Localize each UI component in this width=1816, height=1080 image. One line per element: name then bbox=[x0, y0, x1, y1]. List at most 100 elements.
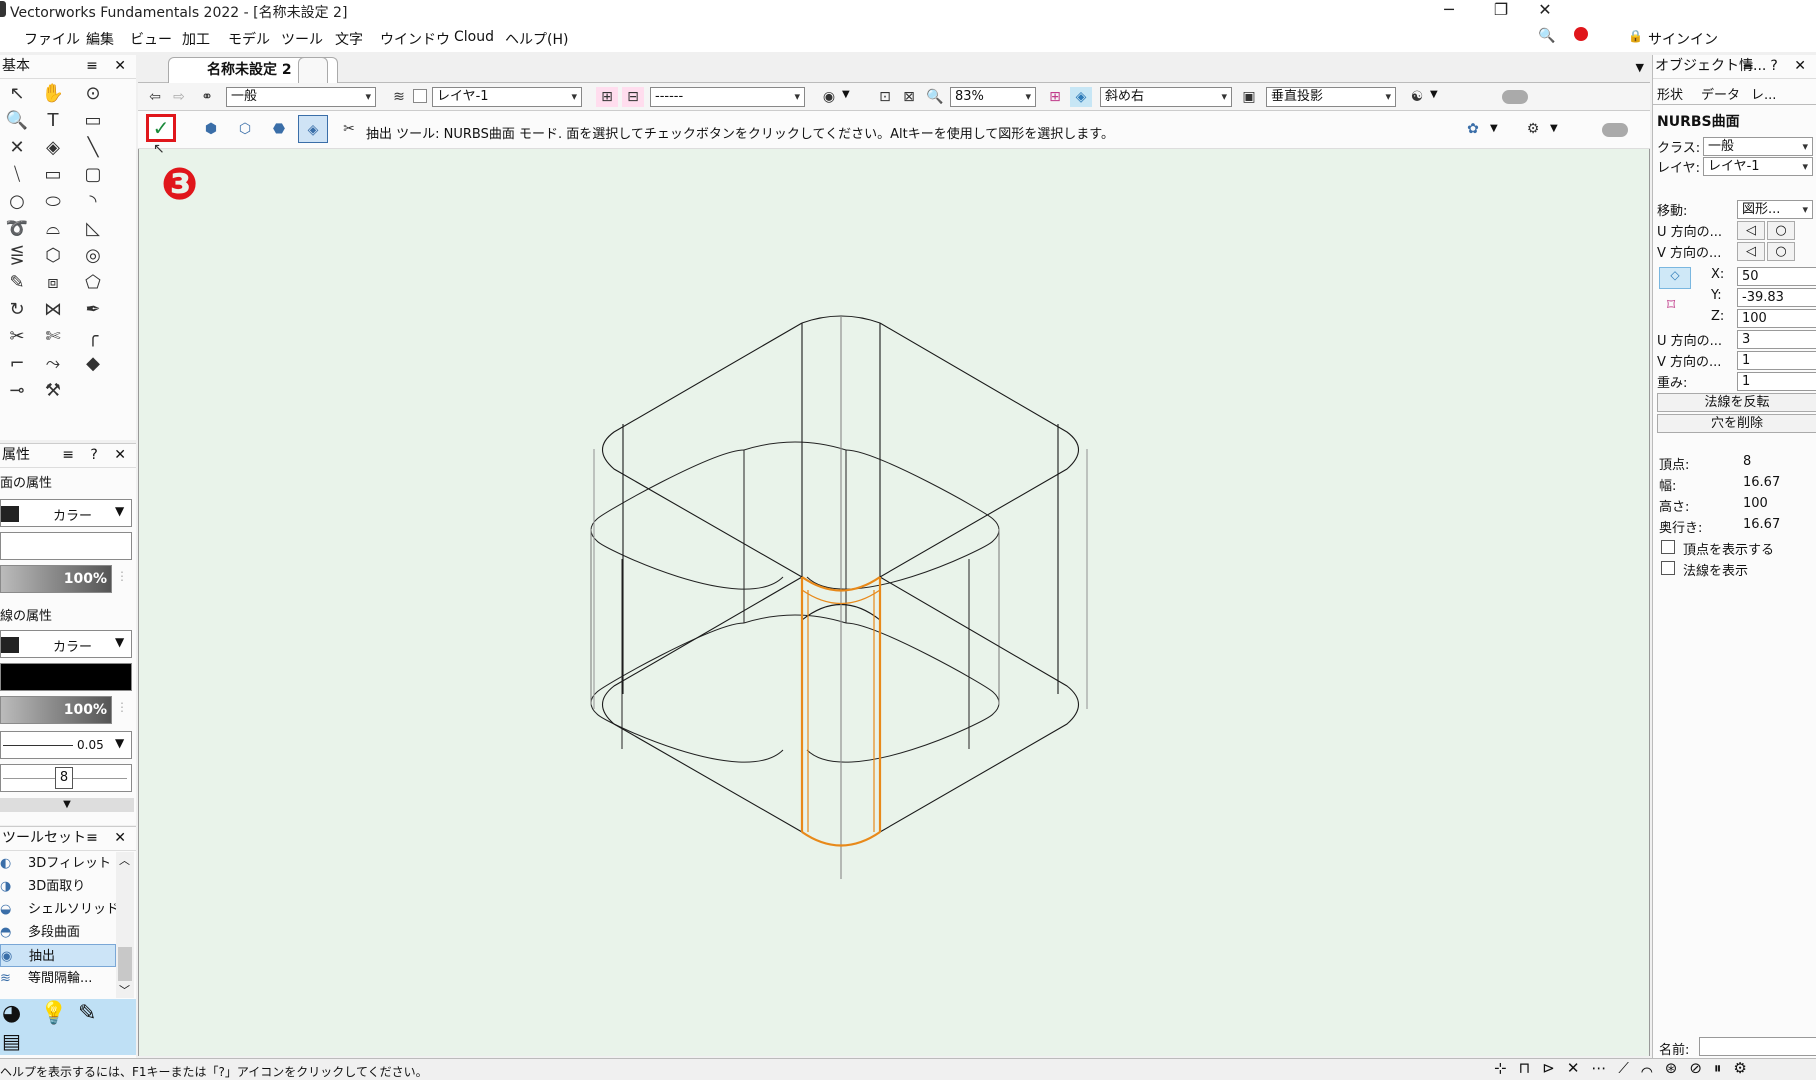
extract-geometry[interactable] bbox=[139, 149, 1651, 1056]
chevron-down-icon[interactable]: ▼ bbox=[1550, 123, 1558, 134]
reverse-normal-button[interactable]: 法線を反転 bbox=[1657, 393, 1816, 412]
v-circle-icon[interactable]: ○ bbox=[1767, 242, 1795, 261]
search-icon[interactable]: 🔍 bbox=[1538, 28, 1555, 44]
list-item[interactable]: ◐ 3Dフィレット bbox=[0, 852, 116, 875]
rectangle-tool-icon[interactable]: ▭ bbox=[36, 162, 70, 188]
layer-options-icon[interactable]: ⊞ bbox=[596, 87, 618, 107]
show-normals-checkbox[interactable] bbox=[1661, 561, 1675, 575]
weight-field[interactable]: 1 bbox=[1737, 372, 1816, 391]
pen-opacity-slider[interactable]: 100% bbox=[0, 696, 112, 724]
menu-help[interactable]: ヘルプ(H) bbox=[505, 29, 568, 49]
tab-render[interactable]: レ... bbox=[1751, 84, 1776, 103]
vertex-surface-icon[interactable]: ◇ bbox=[1659, 267, 1691, 289]
layer-icon[interactable]: ≋ bbox=[388, 87, 410, 107]
working-plane-icon[interactable]: ◈ bbox=[1070, 87, 1092, 107]
menu-edit[interactable]: 編集 bbox=[86, 29, 114, 49]
forward-icon[interactable]: ⇨ bbox=[168, 87, 190, 107]
minimize-button[interactable]: ─ bbox=[1426, 0, 1472, 22]
class-select[interactable]: 一般 bbox=[226, 87, 376, 107]
polygon-tool-icon[interactable]: ◺ bbox=[76, 216, 110, 242]
saved-view-select[interactable]: ------ bbox=[650, 87, 805, 107]
back-icon[interactable]: ⇦ bbox=[144, 87, 166, 107]
list-item[interactable]: ◓ 多段曲面 bbox=[0, 921, 116, 944]
list-item-selected[interactable]: ◉ 抽出 bbox=[0, 944, 116, 967]
tab-data[interactable]: データ bbox=[1701, 84, 1740, 103]
list-item[interactable]: ◑ 3D面取り bbox=[0, 875, 116, 898]
flyover-tool-icon[interactable]: ⊙ bbox=[76, 81, 110, 107]
pen-tool-icon[interactable]: ✒ bbox=[76, 297, 110, 323]
oip-class-select[interactable]: 一般 bbox=[1703, 137, 1813, 156]
x-field[interactable]: 50 bbox=[1737, 267, 1816, 286]
view-select[interactable]: 斜め右 bbox=[1100, 87, 1232, 107]
zoom-icon[interactable]: 🔍 bbox=[924, 87, 946, 107]
delete-tool-icon[interactable]: ✕ bbox=[0, 135, 34, 161]
building-shell-icon[interactable]: ◕ bbox=[2, 1001, 21, 1026]
fillet-tool-icon[interactable]: ╭ bbox=[76, 324, 110, 350]
light-bulb-icon[interactable]: 💡 bbox=[40, 1001, 67, 1026]
nurbs-surface-mode-icon[interactable]: ◈ bbox=[298, 115, 328, 143]
view-bar-toggle[interactable] bbox=[1502, 90, 1528, 104]
menu-window[interactable]: ウインドウ bbox=[380, 29, 450, 49]
chevron-down-icon[interactable]: ﹀ bbox=[119, 982, 130, 998]
dims-icon[interactable]: ▤ bbox=[2, 1029, 21, 1053]
extract-preferences-icon[interactable]: ✂ bbox=[338, 119, 360, 139]
drawing-canvas[interactable]: ❸ ↖ bbox=[138, 141, 1651, 1056]
freehand-tool-icon[interactable]: ➰ bbox=[0, 216, 34, 242]
attribute-mapping-icon[interactable]: ◈ bbox=[36, 135, 70, 161]
spiral-tool-icon[interactable]: ◎ bbox=[76, 243, 110, 269]
hammer-tool-icon[interactable]: ⚒ bbox=[36, 378, 70, 404]
menu-tools[interactable]: ツール bbox=[281, 29, 323, 49]
scroll-thumb[interactable] bbox=[118, 947, 132, 981]
rounded-rect-tool-icon[interactable]: ▢ bbox=[76, 162, 110, 188]
arc-tool-icon[interactable]: ◝ bbox=[76, 189, 110, 215]
snap-toolbar[interactable]: ⊹⊓⊳✕⋯⟋⌒⊛⊘⏸⚙ bbox=[1494, 1059, 1759, 1077]
layer-select[interactable]: レイヤ-1 bbox=[432, 87, 582, 107]
render-mode-icon[interactable]: ◉ bbox=[818, 87, 840, 107]
checkmark-button[interactable]: ✓ bbox=[146, 114, 176, 142]
measure-tool-icon[interactable]: ⊸ bbox=[0, 378, 34, 404]
snap-settings-icon[interactable]: ⚙ bbox=[1522, 119, 1544, 139]
snap-options-icon[interactable]: ✿ bbox=[1462, 119, 1484, 139]
chevron-down-icon[interactable]: ▼ bbox=[1490, 123, 1498, 134]
circle-tool-icon[interactable]: ○ bbox=[0, 189, 34, 215]
v-degree-field[interactable]: 1 bbox=[1737, 351, 1816, 370]
chevron-down-icon[interactable]: ▼ bbox=[1430, 89, 1438, 100]
trim-tool-icon[interactable]: ✂ bbox=[0, 324, 34, 350]
list-item[interactable]: ≋ 等間隔輪... bbox=[0, 967, 116, 990]
remove-holes-button[interactable]: 穴を削除 bbox=[1657, 414, 1816, 433]
new-tab-button[interactable] bbox=[298, 57, 328, 83]
zoom-tool-icon[interactable]: 🔍 bbox=[0, 108, 34, 134]
name-field[interactable] bbox=[1699, 1037, 1816, 1056]
pen-type-select[interactable]: カラー ▼ bbox=[0, 630, 132, 658]
palette-controls[interactable]: ≡ ? ✕ bbox=[1742, 55, 1812, 77]
toolset-scrollbar[interactable]: ︿ ﹀ bbox=[116, 852, 134, 998]
menu-file[interactable]: ファイル bbox=[24, 29, 80, 49]
face-mode-icon[interactable]: ⬢ bbox=[200, 119, 222, 139]
oip-move-select[interactable]: 図形... bbox=[1737, 200, 1813, 219]
v-reverse-icon[interactable]: ◁ bbox=[1737, 242, 1765, 261]
selection-tool-icon[interactable]: ↖ bbox=[0, 81, 34, 107]
edge-mode-icon[interactable]: ⬡ bbox=[234, 119, 256, 139]
rotate-tool-icon[interactable]: ↻ bbox=[0, 297, 34, 323]
reshape-tool-icon[interactable]: ⬠ bbox=[76, 270, 110, 296]
list-item[interactable]: ◒ シェルソリッド bbox=[0, 898, 119, 921]
mirror-tool-icon[interactable]: ⋈ bbox=[36, 297, 70, 323]
pencil-set-icon[interactable]: ✎ bbox=[78, 1001, 96, 1026]
menu-modify[interactable]: 加工 bbox=[182, 29, 210, 49]
more-icon[interactable]: ⋮ bbox=[116, 700, 128, 714]
fill-type-select[interactable]: カラー ▼ bbox=[0, 499, 132, 527]
class-options-icon[interactable]: ⊟ bbox=[622, 87, 644, 107]
u-reverse-icon[interactable]: ◁ bbox=[1737, 221, 1765, 240]
marker-select[interactable]: 8 bbox=[0, 764, 132, 792]
menu-cloud[interactable]: Cloud bbox=[454, 29, 494, 45]
palette-controls[interactable]: ≡ ? ✕ bbox=[62, 444, 132, 466]
pen-color-swatch[interactable] bbox=[1, 637, 19, 653]
oval-tool-icon[interactable]: ⬭ bbox=[36, 189, 70, 215]
layer-swatch[interactable] bbox=[413, 89, 427, 103]
callout-tool-icon[interactable]: ▭ bbox=[76, 108, 110, 134]
menu-view[interactable]: ビュー bbox=[130, 29, 172, 49]
curve-mode-icon[interactable]: ⬣ bbox=[268, 119, 290, 139]
mode-bar-toggle[interactable] bbox=[1602, 123, 1628, 137]
line-weight-select[interactable]: 0.05 ▼ bbox=[0, 731, 132, 759]
z-field[interactable]: 100 bbox=[1737, 309, 1816, 328]
